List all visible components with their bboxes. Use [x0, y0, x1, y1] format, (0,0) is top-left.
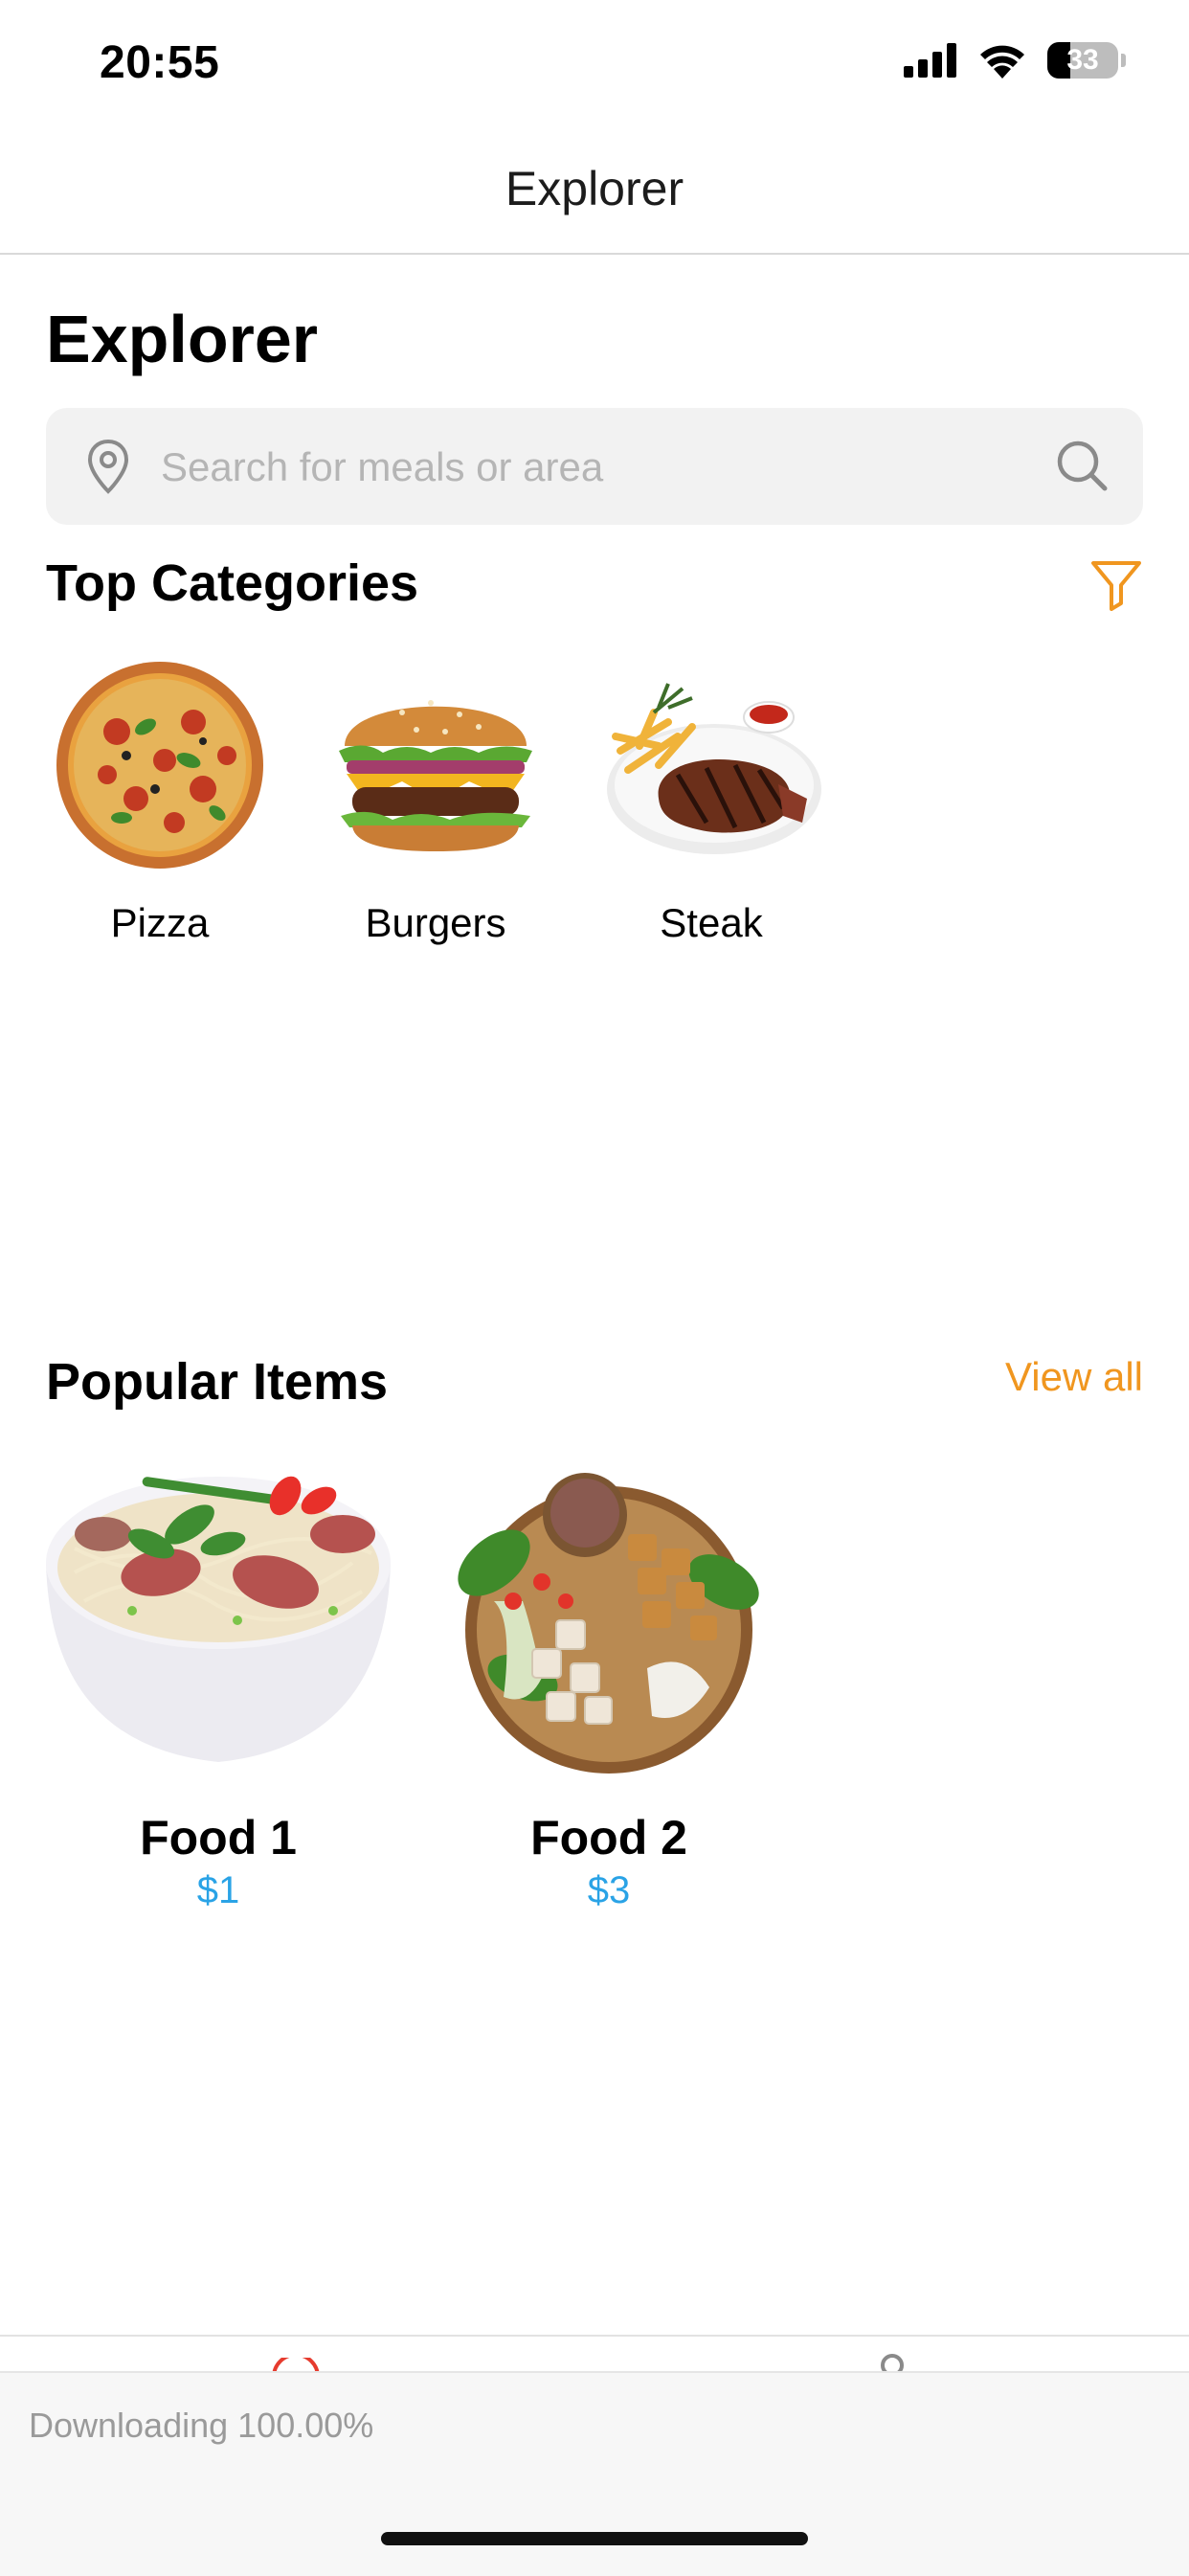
category-label-pizza: Pizza [110, 900, 210, 945]
status-icons: 33 [904, 42, 1126, 79]
food-2-image [437, 1457, 781, 1783]
cellular-icon [904, 43, 956, 78]
category-item-pizza[interactable]: Pizza [40, 655, 280, 946]
food-2-name: Food 2 [530, 1811, 687, 1864]
nav-divider [0, 253, 1189, 255]
pizza-image [50, 655, 270, 875]
search-icon[interactable] [1055, 439, 1109, 492]
nav-title: Explorer [505, 162, 684, 215]
search-input[interactable] [159, 433, 1024, 502]
search-bar[interactable] [46, 408, 1143, 525]
home-indicator[interactable] [381, 2532, 808, 2545]
filter-icon[interactable] [1089, 557, 1143, 611]
battery-percent: 33 [1066, 44, 1099, 76]
tab-bar-divider [0, 2335, 1189, 2337]
download-status: Downloading 100.00% [29, 2406, 374, 2445]
battery-icon: 33 [1047, 42, 1118, 79]
location-pin-icon [87, 439, 129, 494]
page-title: Explorer [46, 302, 318, 376]
category-label-burgers: Burgers [365, 900, 506, 945]
food-1-image [46, 1457, 391, 1783]
wifi-icon [980, 45, 1024, 79]
status-time: 20:55 [100, 37, 220, 88]
food-item-2[interactable]: Food 2 $3 [427, 1457, 791, 1912]
category-item-burgers[interactable]: Burgers [316, 655, 555, 946]
category-item-steak[interactable]: Steak [592, 655, 831, 946]
food-2-price: $3 [587, 1869, 631, 1911]
category-label-steak: Steak [660, 900, 763, 945]
view-all-link[interactable]: View all [1005, 1354, 1143, 1400]
food-1-price: $1 [196, 1869, 240, 1911]
food-1-name: Food 1 [140, 1811, 297, 1864]
popular-items-title: Popular Items [46, 1353, 389, 1411]
food-item-1[interactable]: Food 1 $1 [36, 1457, 400, 1912]
top-categories-title: Top Categories [46, 554, 419, 612]
burger-image [325, 655, 546, 875]
steak-image [601, 655, 821, 875]
